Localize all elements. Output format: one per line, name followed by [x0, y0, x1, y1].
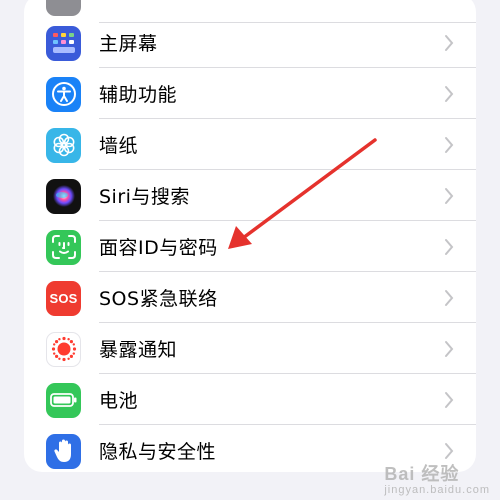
chevron-right-icon — [445, 187, 454, 204]
chevron-right-icon — [445, 34, 454, 51]
exposure-notification-icon — [46, 331, 81, 367]
home-screen-icon — [46, 25, 81, 61]
wallpaper-icon — [46, 127, 81, 163]
settings-row-label: 主屏幕 — [99, 33, 158, 55]
partial-icon — [46, 0, 81, 16]
settings-row-label: SOS紧急联络 — [99, 288, 218, 310]
sos-icon: SOS — [46, 280, 81, 316]
settings-row-label: 辅助功能 — [99, 84, 178, 106]
sos-icon-text: SOS — [49, 290, 78, 306]
settings-row-label: 隐私与安全性 — [99, 441, 217, 463]
settings-row-label: 面容ID与密码 — [99, 237, 218, 259]
face-id-icon — [46, 229, 81, 265]
settings-row-battery[interactable]: 电池 — [24, 374, 476, 425]
chevron-right-icon — [445, 85, 454, 102]
settings-list: 主屏幕 辅助功能 墙纸 Siri与搜索 面容ID与密码 SOS SOS紧急联络 … — [24, 0, 476, 472]
settings-row-wallpaper[interactable]: 墙纸 — [24, 119, 476, 170]
settings-row-accessibility[interactable]: 辅助功能 — [24, 68, 476, 119]
chevron-right-icon — [445, 391, 454, 408]
settings-row-label: Siri与搜索 — [99, 186, 190, 208]
watermark: Bai 经验 jingyan.baidu.com — [384, 460, 490, 496]
watermark-text: Bai 经验 — [384, 464, 460, 484]
chevron-right-icon — [445, 340, 454, 357]
siri-icon — [46, 178, 81, 214]
accessibility-icon — [46, 76, 81, 112]
settings-row-home-screen[interactable]: 主屏幕 — [24, 17, 476, 68]
chevron-right-icon — [445, 442, 454, 459]
settings-row-face-id[interactable]: 面容ID与密码 — [24, 221, 476, 272]
battery-icon — [46, 382, 81, 418]
settings-row-label: 电池 — [99, 390, 139, 412]
settings-row-label: 暴露通知 — [99, 339, 178, 361]
settings-row-label: 墙纸 — [99, 135, 139, 157]
chevron-right-icon — [445, 136, 454, 153]
chevron-right-icon — [445, 289, 454, 306]
settings-row-exposure[interactable]: 暴露通知 — [24, 323, 476, 374]
settings-row-siri[interactable]: Siri与搜索 — [24, 170, 476, 221]
settings-row-sos[interactable]: SOS SOS紧急联络 — [24, 272, 476, 323]
privacy-hand-icon — [46, 433, 81, 469]
chevron-right-icon — [445, 238, 454, 255]
watermark-subtext: jingyan.baidu.com — [384, 484, 490, 496]
